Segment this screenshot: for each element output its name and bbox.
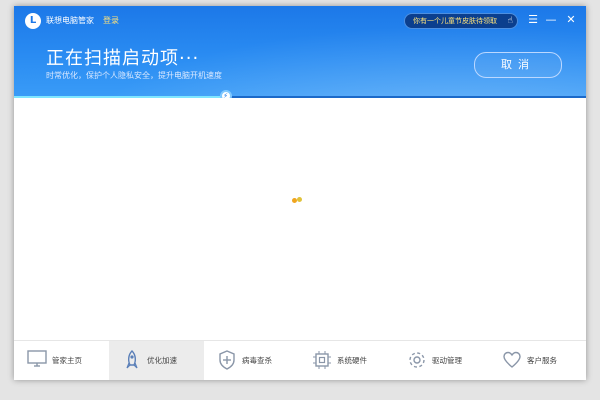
minimize-icon[interactable]: — <box>544 13 558 27</box>
chip-icon <box>311 350 333 370</box>
app-window: L 联想电脑管家 登录 你有一个儿童节皮肤待领取 ☝ ☰ — ✕ 正在扫描启动项… <box>14 6 586 380</box>
hand-pointer-icon: ☝ <box>507 16 513 26</box>
scan-progress-bar: ⚡ <box>14 90 586 98</box>
nav-item-antivirus[interactable]: 病毒查杀 <box>204 341 299 380</box>
heart-icon <box>501 350 523 370</box>
login-link[interactable]: 登录 <box>103 15 119 26</box>
nav-label: 优化加速 <box>147 356 177 365</box>
bottom-nav: 管家主页 优化加速 病毒查杀 系统硬件 驱动管理 客户服务 <box>14 340 586 380</box>
nav-label: 病毒查杀 <box>242 356 272 365</box>
app-title: 联想电脑管家 <box>46 16 94 25</box>
nav-item-drivers[interactable]: 驱动管理 <box>394 341 489 380</box>
scan-progress-fill <box>14 96 226 98</box>
scan-content-area <box>14 99 586 340</box>
nav-label: 管家主页 <box>52 356 82 365</box>
monitor-icon <box>26 350 48 370</box>
app-logo-icon: L <box>25 13 41 29</box>
gear-icon <box>406 350 428 370</box>
nav-label: 驱动管理 <box>432 356 462 365</box>
scan-title: 正在扫描启动项··· <box>46 48 200 69</box>
promo-banner[interactable]: 你有一个儿童节皮肤待领取 ☝ <box>404 13 518 29</box>
spinner-dot <box>297 197 302 202</box>
nav-label: 系统硬件 <box>337 356 367 365</box>
header: L 联想电脑管家 登录 你有一个儿童节皮肤待领取 ☝ ☰ — ✕ 正在扫描启动项… <box>14 6 586 98</box>
nav-item-optimize[interactable]: 优化加速 <box>109 341 204 380</box>
nav-item-support[interactable]: 客户服务 <box>489 341 584 380</box>
menu-icon[interactable]: ☰ <box>526 13 540 27</box>
rocket-icon <box>121 350 143 370</box>
shield-icon <box>216 350 238 370</box>
nav-item-hardware[interactable]: 系统硬件 <box>299 341 394 380</box>
nav-label: 客户服务 <box>527 356 557 365</box>
nav-item-home[interactable]: 管家主页 <box>14 341 109 380</box>
scan-subtitle: 时常优化，保护个人隐私安全，提升电脑开机速度 <box>46 71 222 80</box>
cancel-button[interactable]: 取消 <box>474 52 562 78</box>
promo-text: 你有一个儿童节皮肤待领取 <box>413 17 497 25</box>
progress-knob-icon: ⚡ <box>219 90 232 98</box>
close-icon[interactable]: ✕ <box>564 13 578 27</box>
loading-spinner-icon <box>292 197 306 205</box>
